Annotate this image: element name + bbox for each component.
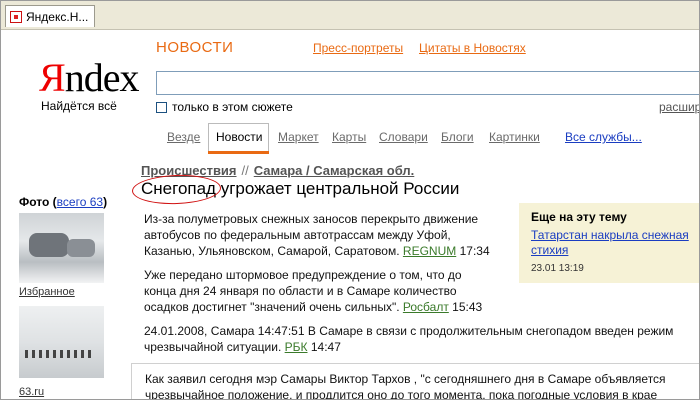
news-text-line: чрезвычайной ситуации. РБК 14:47: [144, 339, 699, 355]
nav-item-everywhere[interactable]: Везде: [167, 130, 200, 144]
nav-item-images[interactable]: Картинки: [489, 130, 540, 144]
yandex-favicon-icon: [10, 11, 22, 23]
news-time: 14:47: [310, 340, 341, 354]
news-item: Из-за полуметровых снежных заносов перек…: [144, 211, 504, 259]
browser-tab[interactable]: Яндекс.Н...: [5, 5, 95, 27]
news-source-link[interactable]: REGNUM: [403, 244, 456, 258]
story-only-label: только в этом сюжете: [172, 100, 293, 114]
photo-thumbnail-2[interactable]: [19, 306, 104, 378]
quote-line: Как заявил сегодня мэр Самары Виктор Тар…: [145, 372, 666, 386]
news-text: осадков достигнет "значений очень сильны…: [144, 300, 400, 314]
news-item: 24.01.2008, Самара 14:47:51 В Самаре в с…: [144, 323, 699, 355]
news-text-line: Казанью, Ульяновском, Самарой, Саратовом…: [144, 243, 504, 259]
photo-caption-1[interactable]: Избранное: [19, 286, 75, 298]
news-time: 15:43: [452, 300, 483, 314]
logo-first-letter: Я: [39, 55, 66, 100]
browser-window: Яндекс.Н... Яndex Найдётся всё НОВОСТИ П…: [0, 0, 700, 400]
news-text-line: автобусов по федеральным автотрассам меж…: [144, 228, 451, 242]
news-text-line: Из-за полуметровых снежных заносов перек…: [144, 212, 479, 226]
news-text: чрезвычайной ситуации.: [144, 340, 282, 354]
news-quotes-link[interactable]: Цитаты в Новостях: [419, 41, 526, 55]
photo-thumbnail-1[interactable]: [19, 213, 104, 283]
logo-tagline: Найдётся всё: [41, 99, 117, 113]
news-time: 17:34: [459, 244, 490, 258]
photo-label: Фото: [19, 195, 50, 209]
news-text-line: конца дня 24 января по области и в Самар…: [144, 284, 457, 298]
quote-text: Как заявил сегодня мэр Самары Виктор Тар…: [145, 371, 699, 400]
news-source-link[interactable]: РБК: [285, 340, 308, 354]
photo-caption-2[interactable]: 63.ru: [19, 386, 44, 398]
quote-line: чрезвычайное положение, и продлится оно …: [145, 388, 658, 400]
advanced-search-link[interactable]: расшир: [659, 100, 699, 114]
nav-item-news[interactable]: Новости: [216, 130, 262, 144]
all-services-link[interactable]: Все службы...: [565, 130, 642, 144]
tab-title: Яндекс.Н...: [26, 10, 89, 24]
news-text: Казанью, Ульяновском, Самарой, Саратовом…: [144, 244, 400, 258]
photo-heading: Фото (всего 63): [19, 195, 108, 209]
nav-item-dictionaries[interactable]: Словари: [379, 130, 428, 144]
section-title[interactable]: НОВОСТИ: [156, 39, 233, 56]
yandex-logo[interactable]: Яndex: [39, 55, 140, 100]
press-portraits-link[interactable]: Пресс-портреты: [313, 41, 403, 55]
news-text-line: Уже передано штормовое предупреждение о …: [144, 268, 462, 282]
search-input[interactable]: [156, 71, 699, 95]
tab-bar: Яндекс.Н...: [1, 1, 699, 30]
photo-all-link[interactable]: всего 63: [57, 195, 103, 209]
headline-rest: угрожает центральной России: [215, 179, 460, 198]
nav-item-blogs[interactable]: Блоги: [441, 130, 474, 144]
nav-item-market[interactable]: Маркет: [278, 130, 319, 144]
related-topic-link[interactable]: Татарстан накрыла снежная стихия: [531, 228, 696, 258]
nav-item-maps[interactable]: Карты: [332, 130, 366, 144]
related-topic-time: 23.01 13:19: [531, 263, 584, 274]
news-text-line: 24.01.2008, Самара 14:47:51 В Самаре в с…: [144, 324, 674, 338]
story-only-checkbox[interactable]: [156, 102, 167, 113]
related-topic-title: Еще на эту тему: [531, 210, 627, 224]
breadcrumb-region[interactable]: Самара / Самарская обл.: [254, 163, 415, 178]
active-tab-underline: [208, 151, 269, 154]
news-text-line: осадков достигнет "значений очень сильны…: [144, 299, 504, 315]
breadcrumb-separator: //: [241, 163, 249, 178]
news-item: Уже передано штормовое предупреждение о …: [144, 267, 504, 315]
news-source-link[interactable]: Росбалт: [403, 300, 449, 314]
logo-rest: ndex: [64, 55, 140, 100]
